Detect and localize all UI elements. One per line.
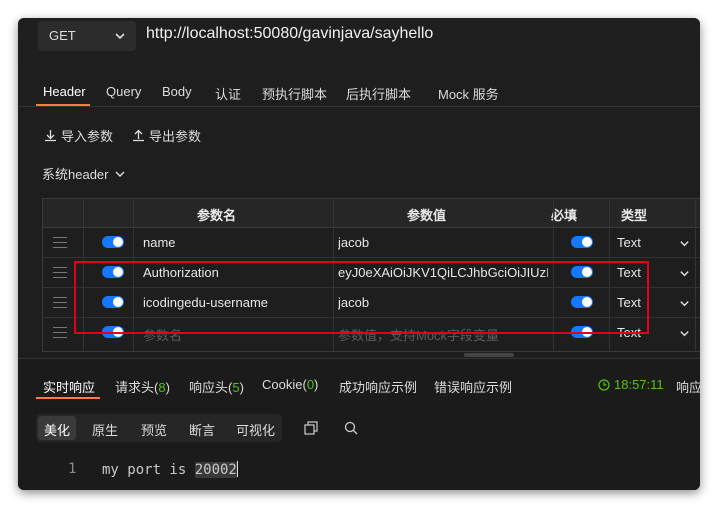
param-name[interactable]: name bbox=[143, 235, 323, 250]
time-value: 18:57:11 bbox=[614, 377, 664, 392]
drag-handle-icon[interactable] bbox=[53, 297, 67, 312]
chevron-down-icon[interactable] bbox=[679, 328, 690, 339]
tab-label: 响应头 bbox=[189, 380, 229, 395]
divider bbox=[18, 106, 700, 107]
response-label: 响应 bbox=[676, 380, 700, 395]
active-tab-indicator bbox=[36, 397, 100, 399]
overflow-placeholder: 参数 bbox=[699, 295, 700, 314]
import-params-button[interactable]: 导入参数 bbox=[44, 126, 113, 145]
upload-icon bbox=[133, 129, 144, 142]
format-assert[interactable]: 断言 bbox=[189, 420, 215, 439]
count: 8 bbox=[158, 380, 166, 395]
response-panel: 实时响应 请求头(8) 响应头(5) Cookie(0) 成功响应示例 错误响应… bbox=[18, 358, 700, 490]
required-toggle[interactable] bbox=[571, 236, 593, 248]
text-cursor bbox=[236, 461, 238, 477]
table-row: name jacob Text 参数 bbox=[43, 228, 700, 258]
tab-mock[interactable]: Mock 服务 bbox=[438, 84, 499, 103]
response-time: 18:57:11 bbox=[598, 377, 664, 392]
tab-query[interactable]: Query bbox=[106, 84, 141, 99]
param-value[interactable]: jacob bbox=[338, 235, 548, 250]
overflow-placeholder: 参数 bbox=[699, 235, 700, 254]
enable-toggle[interactable] bbox=[102, 236, 124, 248]
format-preview[interactable]: 预览 bbox=[141, 420, 167, 439]
chevron-down-icon[interactable] bbox=[679, 268, 690, 279]
highlight-box bbox=[74, 261, 649, 334]
code-port-value: 20002 bbox=[194, 462, 237, 478]
column-type: 类型 bbox=[621, 208, 648, 223]
chevron-down-icon[interactable] bbox=[679, 298, 690, 309]
tab-success-example[interactable]: 成功响应示例 bbox=[339, 377, 417, 396]
method-select[interactable]: GET bbox=[38, 21, 136, 51]
tab-response-headers[interactable]: 响应头(5) bbox=[189, 377, 244, 396]
chevron-down-icon bbox=[115, 171, 125, 177]
system-header-toggle[interactable]: 系统header bbox=[42, 164, 126, 183]
download-icon bbox=[45, 130, 56, 142]
url-bar: GET http://localhost:50080/gavinjava/say… bbox=[18, 18, 700, 66]
tab-request-headers[interactable]: 请求头(8) bbox=[115, 377, 170, 396]
count: 5 bbox=[232, 380, 240, 395]
method-label: GET bbox=[49, 28, 76, 43]
format-pretty[interactable]: 美化 bbox=[44, 420, 70, 439]
overflow-placeholder: 参数 bbox=[699, 325, 700, 344]
tab-post-script[interactable]: 后执行脚本 bbox=[346, 84, 411, 103]
request-tabs: Header Query Body 认证 预执行脚本 后执行脚本 Mock 服务 bbox=[18, 82, 700, 106]
column-value: 参数值 bbox=[407, 208, 447, 223]
response-body: my port is 20002 bbox=[102, 461, 238, 478]
column-name: 参数名 bbox=[197, 208, 237, 223]
response-body-editor[interactable]: 1 my port is 20002 bbox=[18, 451, 700, 490]
tab-live-response[interactable]: 实时响应 bbox=[43, 377, 95, 396]
param-type[interactable]: Text bbox=[617, 235, 641, 250]
tab-auth[interactable]: 认证 bbox=[215, 84, 241, 103]
drag-handle-icon[interactable] bbox=[53, 327, 67, 342]
clock-icon bbox=[598, 378, 610, 391]
count: 0 bbox=[306, 377, 315, 392]
code-text: my port is bbox=[102, 462, 195, 478]
drag-handle-icon[interactable] bbox=[53, 237, 67, 252]
format-visualize[interactable]: 可视化 bbox=[236, 420, 275, 439]
app-window: GET http://localhost:50080/gavinjava/say… bbox=[18, 18, 700, 490]
format-toolbar: 美化 原生 预览 断言 可视化 bbox=[36, 414, 282, 442]
url-input[interactable]: http://localhost:50080/gavinjava/sayhell… bbox=[146, 25, 433, 43]
format-raw[interactable]: 原生 bbox=[92, 420, 118, 439]
tab-pre-script[interactable]: 预执行脚本 bbox=[262, 84, 327, 103]
tab-error-example[interactable]: 错误响应示例 bbox=[434, 377, 512, 396]
tab-body[interactable]: Body bbox=[162, 84, 192, 99]
copy-icon[interactable] bbox=[304, 421, 318, 435]
tab-label: 请求头 bbox=[115, 380, 155, 395]
line-number: 1 bbox=[68, 461, 77, 477]
system-header-label: 系统header bbox=[42, 167, 109, 182]
tab-cookie[interactable]: Cookie(0) bbox=[262, 377, 318, 392]
drag-handle-icon[interactable] bbox=[53, 267, 67, 282]
chevron-down-icon bbox=[115, 33, 125, 40]
column-required: 必填 bbox=[551, 208, 578, 223]
chevron-down-icon[interactable] bbox=[679, 238, 690, 249]
table-header: 参数名 参数值 必填 类型 bbox=[43, 199, 700, 228]
import-params-label: 导入参数 bbox=[61, 129, 114, 144]
overflow-placeholder: 参数 bbox=[699, 265, 700, 284]
export-params-button[interactable]: 导出参数 bbox=[132, 126, 201, 145]
horizontal-scrollbar[interactable] bbox=[464, 353, 514, 357]
search-icon[interactable] bbox=[344, 421, 358, 435]
export-params-label: 导出参数 bbox=[149, 129, 202, 144]
tab-label: Cookie bbox=[262, 377, 303, 392]
tab-header[interactable]: Header bbox=[43, 84, 86, 99]
